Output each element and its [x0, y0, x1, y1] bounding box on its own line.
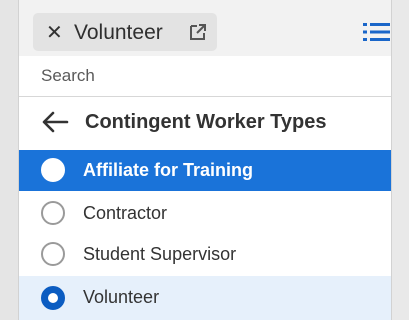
option-contractor[interactable]: Contractor: [19, 193, 391, 234]
option-label: Student Supervisor: [83, 244, 237, 264]
chip-label: Volunteer: [74, 21, 163, 44]
option-affiliate-for-training[interactable]: Affiliate for Training: [19, 150, 391, 191]
list-icon[interactable]: [363, 21, 391, 43]
option-label: Contractor: [83, 203, 168, 223]
radio-selected-icon[interactable]: [41, 286, 65, 310]
option-student-supervisor[interactable]: Student Supervisor: [19, 234, 391, 275]
radio-icon[interactable]: [41, 158, 65, 182]
back-arrow-icon[interactable]: [41, 111, 69, 133]
option-label: Volunteer: [83, 287, 160, 307]
back-navigation-row[interactable]: Contingent Worker Types: [19, 97, 391, 147]
option-label: Affiliate for Training: [83, 160, 254, 180]
right-background-strip: [391, 0, 409, 320]
selected-value-chip[interactable]: ✕ Volunteer: [33, 13, 217, 51]
radio-icon[interactable]: [41, 201, 65, 225]
external-link-icon[interactable]: [188, 22, 208, 42]
option-volunteer[interactable]: Volunteer: [19, 276, 391, 320]
search-box: [19, 56, 391, 97]
prompt-panel: ✕ Volunteer Contingent Worker Types Affi…: [18, 0, 392, 320]
left-background-strip: [0, 0, 18, 320]
selected-values-header: ✕ Volunteer: [19, 0, 391, 56]
category-title: Contingent Worker Types: [85, 111, 327, 133]
search-input[interactable]: [41, 62, 371, 90]
close-icon[interactable]: ✕: [46, 23, 63, 43]
radio-icon[interactable]: [41, 242, 65, 266]
